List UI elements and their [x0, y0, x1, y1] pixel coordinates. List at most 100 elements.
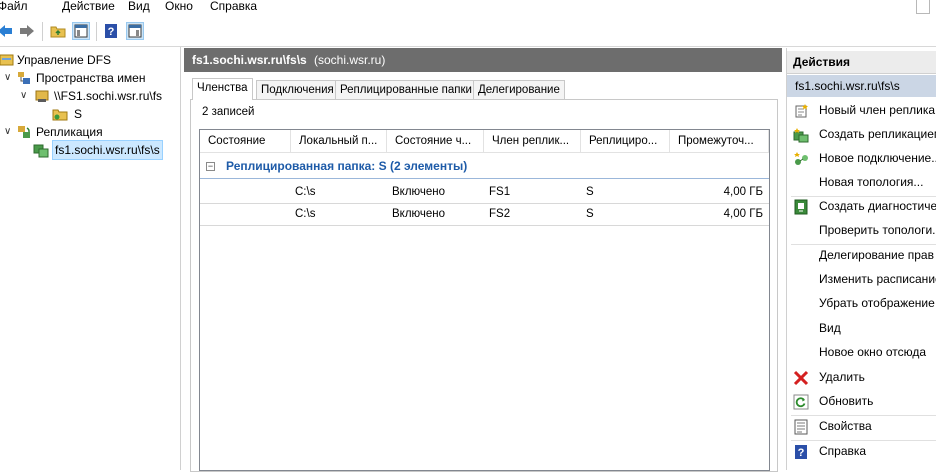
action-properties[interactable]: Свойства: [787, 416, 936, 438]
column-header-member[interactable]: Член реплик...: [484, 130, 581, 152]
results-subtitle: (sochi.wsr.ru): [314, 53, 386, 67]
forward-button[interactable]: [18, 22, 36, 40]
table-row[interactable]: C:\s Включено FS2 S 4,00 ГБ: [200, 204, 769, 226]
cell-member: FS2: [489, 208, 511, 220]
action-pane-icon: [128, 24, 142, 38]
tree-label: Пространства имен: [36, 71, 146, 85]
cell-local-path: C:\s: [295, 208, 316, 220]
window-edge-control[interactable]: [916, 0, 930, 14]
action-label: Убрать отображение: [819, 296, 935, 310]
action-new-window[interactable]: Новое окно отсюда: [787, 342, 936, 364]
action-label: Справка: [819, 444, 867, 458]
up-level-button[interactable]: [49, 22, 67, 40]
cell-folder: S: [586, 208, 594, 220]
column-header-local-path[interactable]: Локальный п...: [291, 130, 387, 152]
action-new-member[interactable]: Новый член реплика: [787, 100, 936, 122]
memberships-table: Состояние Локальный п... Состояние ч... …: [199, 129, 770, 471]
help-icon: ?: [795, 445, 807, 459]
refresh-icon: [793, 394, 809, 410]
action-create-replicated-folder[interactable]: Создать репликацием: [787, 124, 936, 146]
console-tree: Управление DFS ∨ Пространства имен ∨ \\F…: [0, 47, 181, 470]
action-label: Создать диагностичес: [819, 199, 936, 213]
action-new-connection[interactable]: Новое подключение...: [787, 148, 936, 170]
action-label: Изменить расписание: [819, 272, 936, 286]
namespace-root-icon: [35, 90, 49, 102]
action-delegate-permissions[interactable]: Делегирование прав у: [787, 245, 936, 267]
table-header: Состояние Локальный п... Состояние ч... …: [200, 130, 769, 153]
help-book-icon: ?: [105, 24, 117, 38]
collapse-chevron-icon[interactable]: ∨: [20, 87, 27, 105]
group-header[interactable]: − Реплицированная папка: S (2 элементы): [200, 156, 769, 179]
action-delete[interactable]: Удалить: [787, 367, 936, 389]
action-label: Вид: [819, 321, 841, 335]
action-help[interactable]: ? Справка: [787, 441, 936, 463]
tree-label: Репликация: [36, 125, 103, 139]
menu-help[interactable]: Справка: [210, 0, 257, 13]
actions-header: Действия: [787, 51, 936, 74]
show-action-pane-button[interactable]: [126, 22, 144, 40]
action-label: Новое окно отсюда: [819, 345, 927, 359]
help-toolbar-button[interactable]: ?: [102, 22, 120, 40]
action-new-topology[interactable]: Новая топология...: [787, 172, 936, 194]
action-edit-schedule[interactable]: Изменить расписание: [787, 269, 936, 291]
menu-view[interactable]: Вид: [128, 0, 150, 13]
memberships-panel: 2 записей Состояние Локальный п... Состо…: [190, 99, 778, 472]
action-create-diagnostic-report[interactable]: Создать диагностичес: [787, 196, 936, 218]
group-title: Реплицированная папка: S (2 элементы): [226, 159, 468, 173]
cell-staging: 4,00 ГБ: [723, 208, 763, 220]
column-header-member-state[interactable]: Состояние ч...: [387, 130, 484, 152]
forward-arrow-icon: [20, 25, 34, 37]
svg-text:?: ?: [798, 447, 805, 459]
toolbar: ?: [0, 17, 936, 47]
tab-connections[interactable]: Подключения: [256, 80, 339, 99]
delete-icon: [793, 370, 809, 386]
group-collapse-icon[interactable]: −: [206, 162, 215, 171]
action-refresh[interactable]: Обновить: [787, 391, 936, 413]
tree-label: \\FS1.sochi.wsr.ru\fs: [54, 89, 163, 103]
shared-folder-icon: [52, 109, 68, 121]
action-label: Удалить: [819, 370, 865, 384]
properties-icon: [794, 419, 808, 435]
collapse-chevron-icon[interactable]: ∨: [4, 123, 11, 141]
svg-text:?: ?: [108, 26, 115, 38]
actions-header-label: Действия: [793, 55, 851, 69]
menu-file[interactable]: Файл: [0, 0, 28, 13]
tree-label: fs1.sochi.wsr.ru\fs\s: [52, 140, 163, 160]
cell-staging: 4,00 ГБ: [723, 186, 763, 198]
cell-member-state: Включено: [392, 208, 446, 220]
action-label: Новый член реплика: [819, 103, 936, 117]
action-verify-topology[interactable]: Проверить топологи...: [787, 220, 936, 242]
action-label: Новое подключение...: [819, 151, 936, 165]
column-header-state[interactable]: Состояние: [200, 130, 291, 152]
replication-group-icon: [33, 144, 49, 158]
collapse-chevron-icon[interactable]: ∨: [4, 69, 11, 87]
show-console-tree-button[interactable]: [72, 22, 90, 40]
actions-subheader-label: fs1.sochi.wsr.ru\fs\s: [795, 79, 900, 93]
back-button[interactable]: [0, 22, 14, 40]
folder-up-icon: [50, 26, 66, 38]
action-view[interactable]: Вид: [787, 318, 936, 340]
actions-subheader[interactable]: fs1.sochi.wsr.ru\fs\s: [787, 75, 936, 97]
results-header: fs1.sochi.wsr.ru\fs\s (sochi.wsr.ru): [184, 48, 782, 72]
new-connection-icon: [794, 152, 808, 165]
tab-replicated-folders[interactable]: Реплицированные папки: [335, 80, 477, 99]
tab-memberships[interactable]: Членства: [192, 78, 253, 100]
menu-action[interactable]: Действие: [62, 0, 115, 13]
column-header-replicated-folder[interactable]: Реплициро...: [581, 130, 670, 152]
action-label: Свойства: [819, 419, 872, 433]
action-label: Проверить топологи...: [819, 223, 936, 237]
tab-delegation[interactable]: Делегирование: [473, 80, 565, 99]
column-header-staging[interactable]: Промежуточ...: [670, 130, 769, 152]
action-remove-display[interactable]: Убрать отображение: [787, 293, 936, 315]
action-label: Создать репликацием: [819, 127, 936, 141]
back-arrow-icon: [0, 25, 12, 37]
menu-window[interactable]: Окно: [165, 0, 193, 13]
toolbar-separator: [96, 22, 97, 41]
action-label: Делегирование прав у: [819, 248, 936, 262]
menu-bar: Файл Действие Вид Окно Справка: [0, 0, 936, 16]
table-row[interactable]: C:\s Включено FS1 S 4,00 ГБ: [200, 182, 769, 204]
results-pane: fs1.sochi.wsr.ru\fs\s (sochi.wsr.ru) Чле…: [184, 48, 782, 472]
cell-member-state: Включено: [392, 186, 446, 198]
toolbar-separator: [42, 22, 43, 41]
record-count: 2 записей: [202, 106, 255, 118]
